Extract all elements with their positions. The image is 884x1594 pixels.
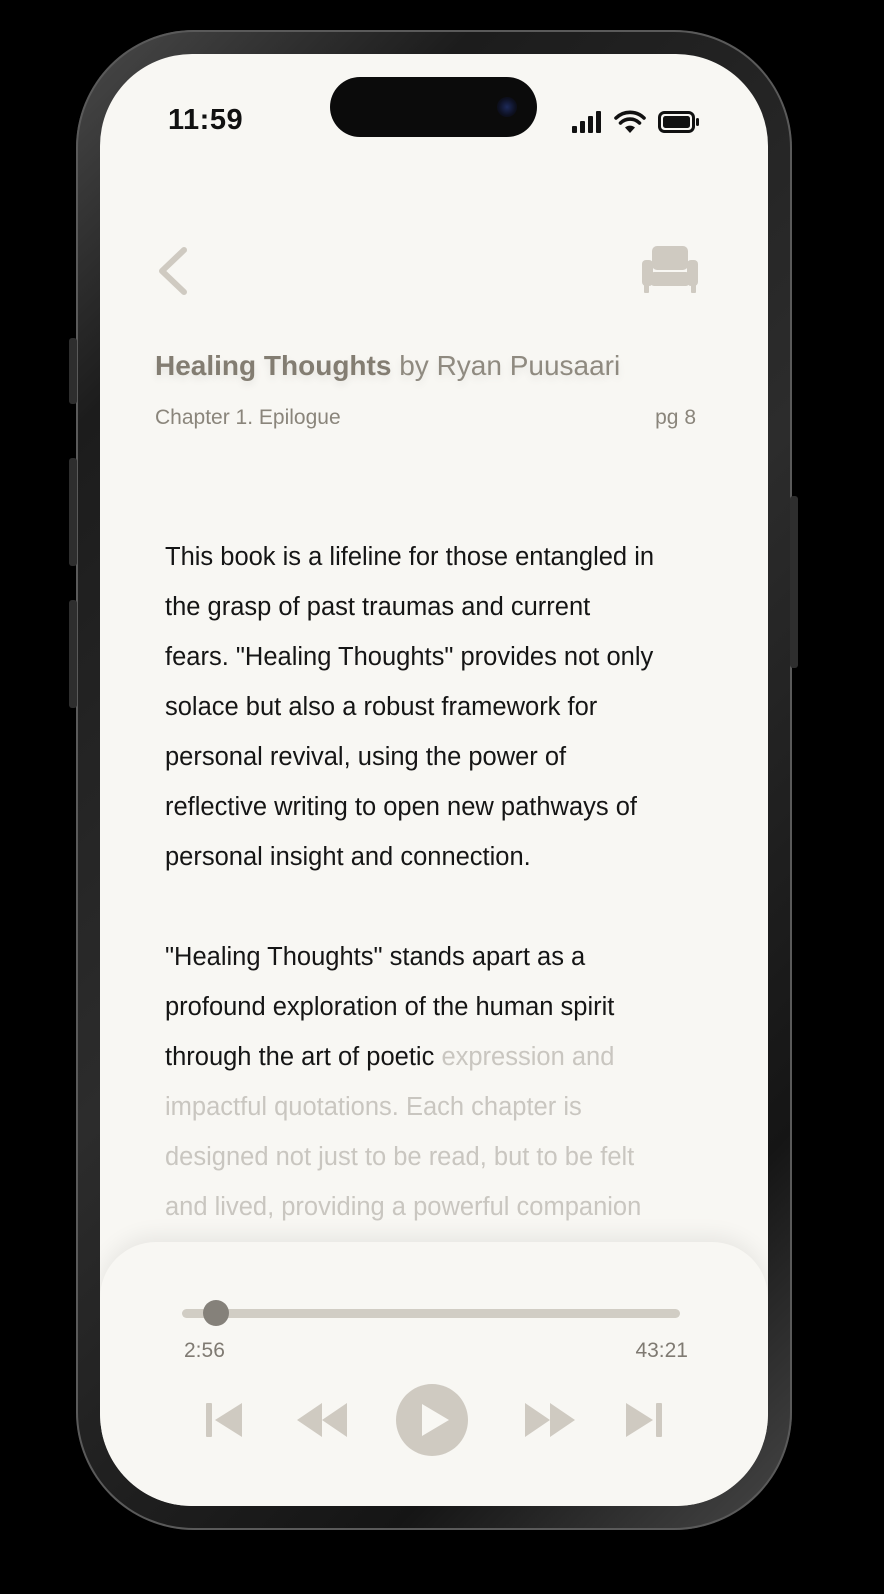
chapter-label: Chapter 1. Epilogue <box>155 406 341 429</box>
wifi-icon <box>614 110 646 133</box>
play-button[interactable] <box>394 1382 470 1463</box>
rewind-icon <box>297 1403 347 1437</box>
book-title-line: Healing Thoughts by Ryan Puusaari <box>155 350 620 382</box>
total-time: 43:21 <box>635 1339 688 1362</box>
progress-thumb[interactable] <box>202 1300 229 1326</box>
dynamic-island <box>330 77 537 137</box>
progress-slider[interactable] <box>182 1300 680 1326</box>
power-button <box>790 496 798 668</box>
reading-content: This book is a lifeline for those entang… <box>165 532 725 1282</box>
action-button <box>69 338 77 404</box>
page-number: pg 8 <box>655 406 696 429</box>
book-title: Healing Thoughts <box>155 350 392 381</box>
volume-down-button <box>69 600 77 708</box>
fast-forward-icon <box>525 1403 575 1437</box>
battery-icon <box>658 111 699 133</box>
paragraph-1: This book is a lifeline for those entang… <box>165 543 655 871</box>
rewind-button[interactable] <box>296 1400 348 1445</box>
skip-next-icon <box>626 1403 662 1437</box>
screen: 11:59 Healing Thoughts by Ryan Puusaari … <box>100 54 768 1506</box>
elapsed-time: 2:56 <box>184 1339 225 1362</box>
book-author: by Ryan Puusaari <box>399 350 621 381</box>
volume-up-button <box>69 458 77 566</box>
status-time: 11:59 <box>168 104 244 136</box>
reading-mode-button[interactable] <box>642 244 698 296</box>
fast-forward-button[interactable] <box>524 1400 576 1445</box>
back-button[interactable] <box>152 244 196 298</box>
status-icons <box>572 109 700 135</box>
skip-previous-icon <box>206 1403 242 1437</box>
play-icon <box>396 1384 468 1456</box>
cellular-signal-icon <box>572 111 601 133</box>
paragraph-2: "Healing Thoughts" stands apart as a pro… <box>165 932 725 1232</box>
chevron-left-icon <box>159 247 187 295</box>
armchair-icon <box>642 246 698 293</box>
audio-player: 2:56 43:21 <box>100 1242 768 1506</box>
camera-icon <box>497 97 517 117</box>
skip-next-button[interactable] <box>624 1400 664 1445</box>
skip-previous-button[interactable] <box>204 1400 244 1445</box>
